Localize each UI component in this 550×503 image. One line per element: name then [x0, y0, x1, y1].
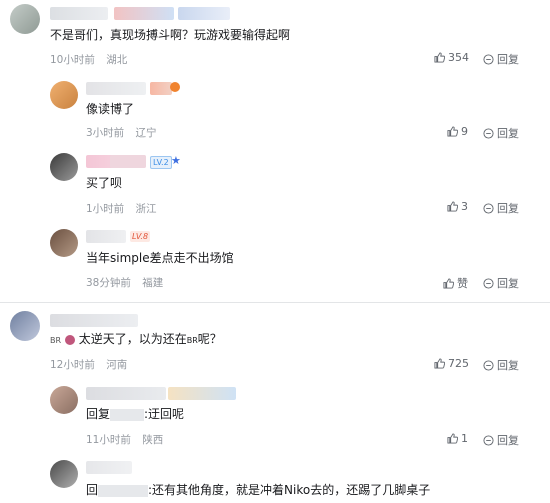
- comment-text-tail: 呢？: [197, 332, 222, 346]
- reply-text-line: 回 :还有其他角度，就是冲着Niko去的，还踢了几脚桌子: [86, 482, 430, 498]
- comment-divider: [0, 302, 550, 303]
- mention-blurred[interactable]: [110, 408, 145, 421]
- username-blurred[interactable]: [86, 230, 126, 243]
- reply-location: 辽宁: [135, 127, 157, 139]
- username-blurred[interactable]: [86, 461, 132, 474]
- reply-icon: [483, 359, 494, 371]
- reply-time: 38分钟前: [86, 277, 131, 289]
- reply-meta: 11小时前 陕西: [86, 432, 171, 447]
- like-button[interactable]: 9: [447, 125, 468, 138]
- reply-text: :还有其他角度，就是冲着Niko去的，还踢了几脚桌子: [148, 483, 431, 497]
- reply-prefix: 回: [86, 483, 99, 497]
- reply-label: 回复: [497, 359, 519, 372]
- reply-button[interactable]: 回复: [483, 275, 519, 291]
- reply-location: 福建: [142, 277, 164, 289]
- reply-text: 当年simple差点走不出场馆: [86, 251, 234, 265]
- reply-button[interactable]: 回复: [483, 200, 519, 216]
- comment-meta: 12小时前 河南: [50, 357, 135, 372]
- username-blurred[interactable]: [86, 82, 146, 95]
- avatar[interactable]: [50, 229, 78, 257]
- avatar[interactable]: [50, 460, 78, 488]
- reply-icon: [483, 127, 494, 139]
- like-count: 354: [448, 51, 469, 64]
- reply-icon: [483, 434, 494, 446]
- reply-text: 像读博了: [86, 102, 135, 116]
- like-label: 赞: [457, 277, 468, 290]
- br-badge: BR: [50, 336, 62, 345]
- emoji-icon: [64, 334, 75, 345]
- comment-time: 10小时前: [50, 54, 95, 66]
- thumb-up-icon: [447, 201, 458, 212]
- comment-location: 湖北: [106, 54, 128, 66]
- reply-icon: [483, 202, 494, 214]
- reply-icon: [483, 53, 494, 65]
- username-blurred[interactable]: [50, 7, 108, 20]
- like-button[interactable]: 3: [447, 200, 468, 213]
- level-badge: LV.8: [130, 231, 151, 242]
- user-badge-blurred: [168, 387, 236, 400]
- username-blurred[interactable]: [50, 314, 138, 327]
- fan-badge-icon: [170, 82, 180, 92]
- reply-label: 回复: [497, 434, 519, 447]
- like-button[interactable]: 赞: [443, 275, 468, 291]
- reply-text: 买了呗: [86, 176, 123, 190]
- reply-button[interactable]: 回复: [483, 125, 519, 141]
- like-count: 1: [461, 432, 468, 445]
- avatar[interactable]: [50, 81, 78, 109]
- thumb-up-icon: [443, 277, 454, 289]
- user-badge-blurred: [150, 82, 172, 95]
- star-icon: ★: [171, 154, 181, 167]
- reply-time: 11小时前: [86, 434, 131, 446]
- comment-time: 12小时前: [50, 359, 95, 371]
- reply-location: 陕西: [142, 434, 164, 446]
- like-button[interactable]: 1: [447, 432, 468, 445]
- user-badge-blurred: [110, 155, 146, 168]
- reply-button[interactable]: 回复: [483, 357, 519, 373]
- br-tag: BR: [186, 336, 198, 345]
- like-button[interactable]: 725: [434, 357, 469, 370]
- comment-text: 太逆天了，以为还在: [78, 332, 187, 346]
- thumb-up-icon: [447, 126, 458, 137]
- like-count: 3: [461, 200, 468, 213]
- avatar[interactable]: [10, 4, 40, 34]
- user-extra-blurred: [178, 7, 230, 20]
- reply-button[interactable]: 回复: [483, 51, 519, 67]
- reply-text: :迂回呢: [144, 407, 185, 421]
- like-count: 9: [461, 125, 468, 138]
- reply-prefix: 回复: [86, 407, 111, 421]
- reply-label: 回复: [497, 202, 519, 215]
- comment-location: 河南: [106, 359, 128, 371]
- reply-meta: 1小时前 浙江: [86, 201, 165, 216]
- user-badge-blurred: [114, 7, 174, 20]
- like-button[interactable]: 354: [434, 51, 469, 64]
- reply-meta: 38分钟前 福建: [86, 275, 171, 290]
- thumb-up-icon: [434, 358, 445, 369]
- reply-text-line: 回复 :迂回呢: [86, 406, 184, 422]
- comment-meta: 10小时前 湖北: [50, 52, 135, 67]
- mention-blurred[interactable]: [98, 484, 149, 497]
- reply-time: 3小时前: [86, 127, 125, 139]
- avatar[interactable]: [50, 153, 78, 181]
- comment-text: 不是哥们，真现场搏斗啊？玩游戏要输得起啊: [50, 28, 291, 42]
- like-count: 725: [448, 357, 469, 370]
- reply-time: 1小时前: [86, 203, 125, 215]
- reply-location: 浙江: [135, 203, 157, 215]
- reply-label: 回复: [497, 127, 519, 140]
- avatar[interactable]: [10, 311, 40, 341]
- reply-label: 回复: [497, 277, 519, 290]
- comment-text-line: BR 太逆天了，以为还在BR呢？: [50, 331, 222, 349]
- reply-button[interactable]: 回复: [483, 432, 519, 448]
- avatar[interactable]: [50, 386, 78, 414]
- reply-meta: 3小时前 辽宁: [86, 125, 165, 140]
- thumb-up-icon: [447, 433, 458, 444]
- level-badge: LV.2: [150, 156, 172, 169]
- reply-label: 回复: [497, 53, 519, 66]
- thumb-up-icon: [434, 52, 445, 63]
- username-blurred[interactable]: [86, 387, 166, 400]
- reply-icon: [483, 277, 494, 289]
